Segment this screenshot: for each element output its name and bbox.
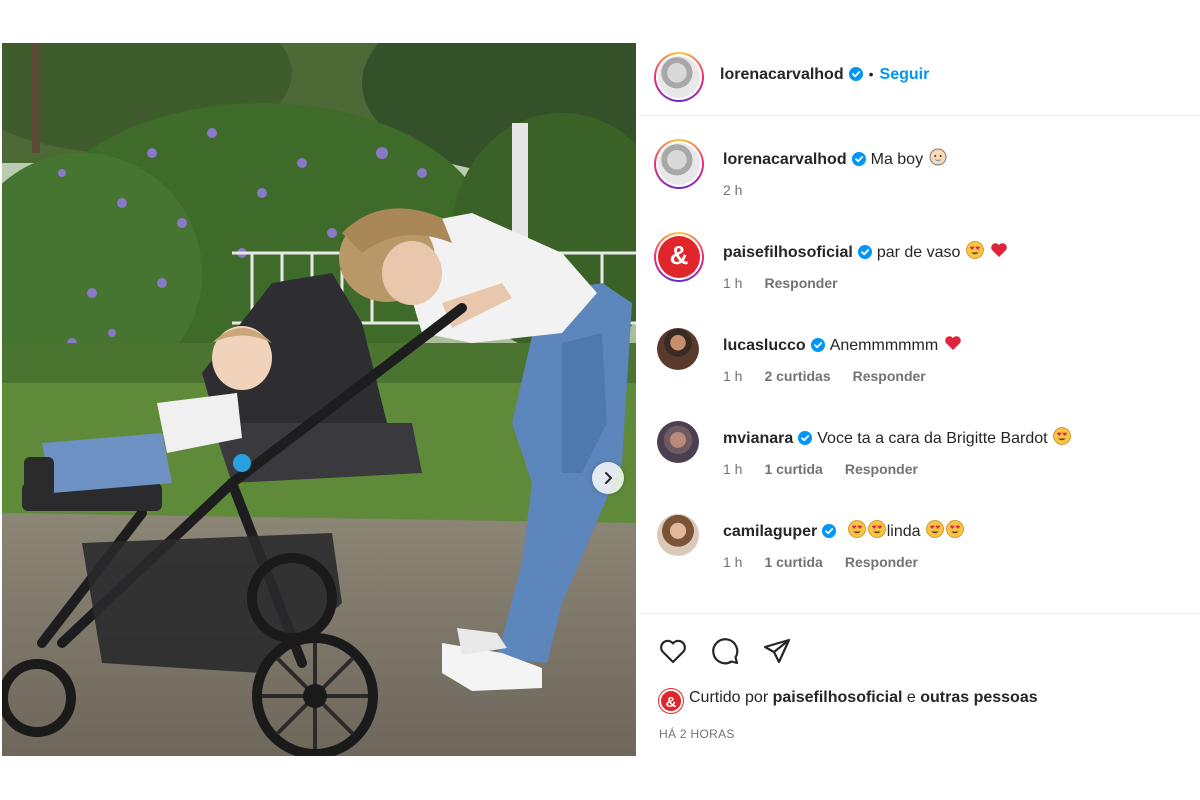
- author-avatar[interactable]: [654, 52, 704, 102]
- liked-by-others[interactable]: outras pessoas: [920, 689, 1037, 706]
- header-separator: •: [868, 66, 874, 82]
- follow-button[interactable]: Seguir: [880, 66, 930, 83]
- caption-comment: lorenacarvalhod Ma boy 2 h: [637, 139, 1200, 235]
- comment-avatar[interactable]: [657, 514, 699, 556]
- comment-time: 1 h: [723, 461, 743, 477]
- verified-icon: [857, 245, 872, 259]
- verified-icon: [822, 524, 837, 538]
- liked-by-prefix: Curtido por: [689, 689, 769, 706]
- comment-time: 1 h: [723, 554, 743, 570]
- post-photo[interactable]: [2, 43, 636, 756]
- comment-time: 2 h: [723, 182, 743, 198]
- comment-text: Anemmmmmm: [829, 337, 939, 354]
- comment-username[interactable]: lucaslucco: [723, 337, 806, 354]
- comment-username[interactable]: camilaguper: [723, 523, 817, 540]
- liked-by-conj: e: [906, 689, 916, 706]
- chevron-right-icon: [605, 472, 612, 484]
- reply-button[interactable]: Responder: [764, 275, 837, 291]
- comment-item: & paisefilhosoficial par de vaso 1 h Respo…: [637, 232, 1200, 328]
- reply-button[interactable]: Responder: [853, 368, 926, 384]
- comment-text: linda: [886, 523, 921, 540]
- comments-list: lorenacarvalhod Ma boy 2 h & paisefilhoso…: [637, 117, 1200, 612]
- reply-button[interactable]: Responder: [845, 461, 918, 477]
- comment-item: camilaguper linda 1 h 1 curtida Responder: [637, 514, 1200, 607]
- heart-eyes-emoji-icon: [847, 520, 866, 538]
- verified-icon: [798, 431, 813, 445]
- post-timestamp[interactable]: HÁ 2 HORAS: [659, 727, 735, 741]
- comment-avatar[interactable]: &: [654, 232, 704, 282]
- share-icon[interactable]: [761, 635, 793, 667]
- reply-button[interactable]: Responder: [845, 554, 918, 570]
- verified-icon: [848, 67, 863, 81]
- comment-item: lucaslucco Anemmmmmm 1 h 2 curtidas Respond…: [637, 328, 1200, 421]
- baby-emoji-icon: [929, 148, 947, 166]
- comment-likes[interactable]: 2 curtidas: [764, 368, 830, 384]
- comment-likes[interactable]: 1 curtida: [764, 461, 822, 477]
- red-heart-emoji-icon: [991, 243, 1008, 257]
- heart-eyes-emoji-icon: [946, 520, 964, 538]
- liker-avatar[interactable]: &: [659, 689, 683, 713]
- comment-avatar[interactable]: [654, 139, 704, 189]
- heart-eyes-emoji-icon: [1053, 427, 1071, 445]
- comment-icon[interactable]: [709, 635, 741, 667]
- heart-eyes-emoji-icon: [926, 520, 944, 538]
- heart-eyes-emoji-icon: [867, 520, 886, 538]
- photo-illustration: [2, 43, 636, 756]
- comment-text: Ma boy: [870, 151, 924, 168]
- comment-likes[interactable]: 1 curtida: [764, 554, 822, 570]
- red-heart-emoji-icon: [944, 336, 961, 350]
- liked-by: & Curtido por paisefilhosoficial e outras…: [659, 689, 1038, 713]
- verified-icon: [810, 338, 825, 352]
- comment-item: mvianara Voce ta a cara da Brigitte Bardo…: [637, 421, 1200, 514]
- comment-time: 1 h: [723, 275, 743, 291]
- verified-icon: [851, 152, 866, 166]
- comment-text: par de vaso: [876, 244, 961, 261]
- comment-avatar[interactable]: [657, 421, 699, 463]
- post-actions: & Curtido por paisefilhosoficial e outras…: [637, 613, 1200, 756]
- heart-eyes-emoji-icon: [965, 241, 984, 259]
- comment-text: Voce ta a cara da Brigitte Bardot: [817, 430, 1048, 447]
- post-side-panel: lorenacarvalhod • Seguir lorenacarvalhod Ma…: [637, 43, 1200, 756]
- author-username[interactable]: lorenacarvalhod: [720, 66, 844, 83]
- comment-username[interactable]: lorenacarvalhod: [723, 151, 847, 168]
- post-header: lorenacarvalhod • Seguir: [637, 43, 1200, 116]
- comment-time: 1 h: [723, 368, 743, 384]
- comment-avatar[interactable]: [657, 328, 699, 370]
- comment-username[interactable]: mvianara: [723, 430, 793, 447]
- comment-username[interactable]: paisefilhosoficial: [723, 244, 853, 261]
- heart-icon[interactable]: [657, 635, 689, 667]
- brand-logo-icon: &: [658, 236, 700, 278]
- carousel-next-button[interactable]: [592, 462, 624, 494]
- liked-by-user[interactable]: paisefilhosoficial: [773, 689, 903, 706]
